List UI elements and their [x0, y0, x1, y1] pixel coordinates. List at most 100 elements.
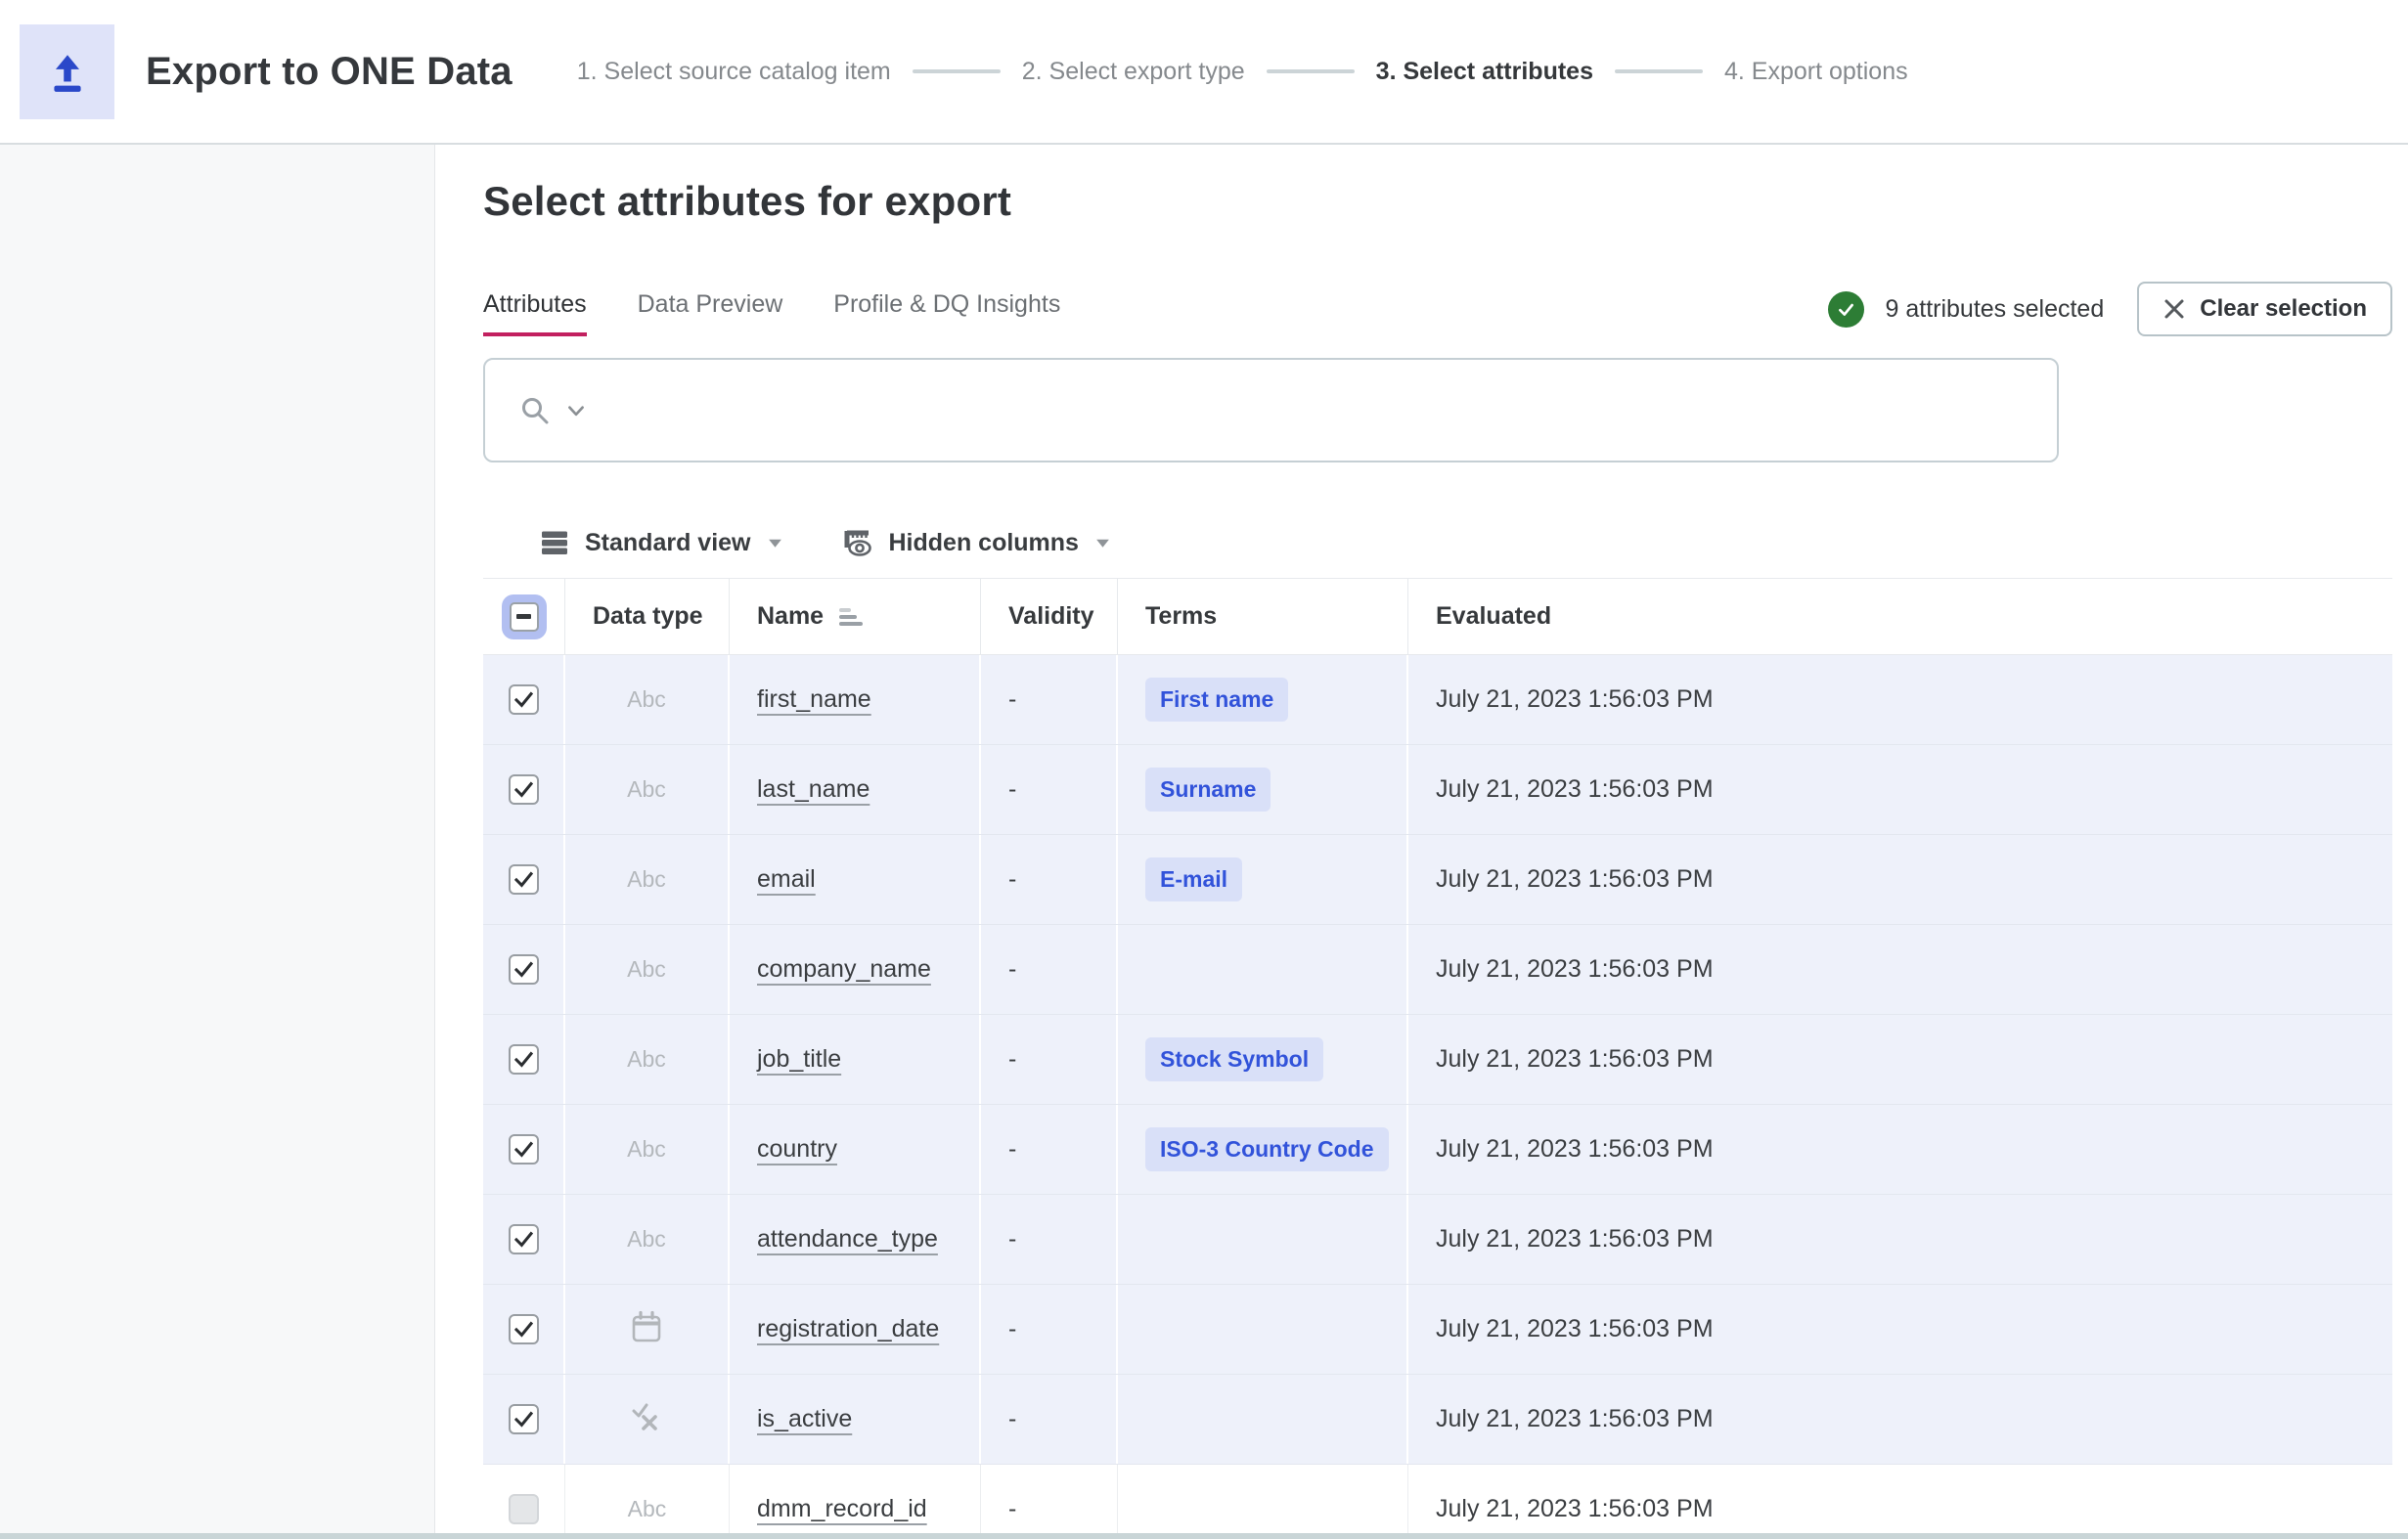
step-connector	[913, 69, 1001, 73]
select-all-checkbox[interactable]	[502, 594, 547, 639]
abc-text: Abc	[627, 1136, 666, 1163]
tabs-row: Attributes Data Preview Profile & DQ Insig…	[483, 282, 2392, 344]
validity-value: -	[1008, 865, 1016, 894]
row-checkbox[interactable]	[509, 1494, 539, 1524]
term-chip[interactable]: First name	[1145, 678, 1288, 722]
table-rows-icon	[540, 528, 569, 557]
evaluated-timestamp: July 21, 2023 1:56:03 PM	[1436, 685, 1714, 714]
term-chip[interactable]: ISO-3 Country Code	[1145, 1127, 1389, 1171]
table-row[interactable]: Abc job_title - Stock Symbol July 21, 2023 1…	[483, 1015, 2392, 1105]
row-checkbox[interactable]	[509, 1134, 539, 1165]
terms-cell: First name	[1118, 655, 1408, 744]
abc-text: Abc	[627, 776, 666, 803]
evaluated-timestamp: July 21, 2023 1:56:03 PM	[1436, 1045, 1714, 1074]
validity-value: -	[1008, 775, 1016, 804]
evaluated-timestamp: July 21, 2023 1:56:03 PM	[1436, 1315, 1714, 1343]
validity-value: -	[1008, 1315, 1016, 1343]
term-chip[interactable]: Surname	[1145, 768, 1271, 812]
row-checkbox[interactable]	[509, 954, 539, 985]
row-checkbox[interactable]	[509, 1314, 539, 1344]
wizard-step: 1. Select source catalog item	[577, 58, 891, 86]
hidden-columns-selector[interactable]: Hidden columns	[840, 526, 1111, 559]
attribute-name-link[interactable]: email	[757, 865, 816, 894]
step-connector	[1267, 69, 1355, 73]
table-row[interactable]: is_active-July 21, 2023 1:56:03 PM	[483, 1375, 2392, 1465]
column-header-validity: Validity	[981, 579, 1118, 654]
term-chip[interactable]: E-mail	[1145, 857, 1242, 901]
indeterminate-mark	[516, 614, 531, 619]
bottom-edge	[0, 1533, 2408, 1539]
tab-attributes[interactable]: Attributes	[483, 290, 587, 336]
attribute-name-link[interactable]: last_name	[757, 775, 870, 804]
chevron-down-icon[interactable]	[565, 400, 587, 421]
table-row[interactable]: Abc country - ISO-3 Country Code July 21, 20…	[483, 1105, 2392, 1195]
data-type-cell: Abc	[565, 1015, 730, 1104]
table-row[interactable]: Abclast_name-SurnameJuly 21, 2023 1:56:0…	[483, 745, 2392, 835]
tab-bar: Attributes Data Preview Profile & DQ Insig…	[483, 290, 1060, 336]
tab-data-preview[interactable]: Data Preview	[638, 290, 783, 336]
attribute-name-link[interactable]: job_title	[757, 1045, 841, 1074]
evaluated-timestamp: July 21, 2023 1:56:03 PM	[1436, 1405, 1714, 1433]
evaluated-timestamp: July 21, 2023 1:56:03 PM	[1436, 1495, 1714, 1523]
abc-text: Abc	[628, 1496, 667, 1522]
table-row[interactable]: Abccompany_name-July 21, 2023 1:56:03 PM	[483, 925, 2392, 1015]
validity-value: -	[1008, 1045, 1016, 1074]
calendar-icon	[629, 1309, 664, 1349]
table-row[interactable]: registration_date - July 21, 2023 1:56:03 …	[483, 1285, 2392, 1375]
data-type-cell: Abc	[565, 745, 730, 834]
data-type-cell	[565, 1285, 730, 1374]
terms-cell: Stock Symbol	[1118, 1015, 1408, 1104]
attribute-search	[483, 358, 2059, 462]
attribute-name-link[interactable]: dmm_record_id	[757, 1495, 927, 1523]
evaluated-timestamp: July 21, 2023 1:56:03 PM	[1436, 1225, 1714, 1253]
wizard-stepper: 1. Select source catalog item2. Select e…	[577, 58, 1908, 86]
row-checkbox[interactable]	[509, 1224, 539, 1254]
column-header-name[interactable]: Name	[730, 579, 981, 654]
caret-down-icon	[1094, 535, 1111, 551]
data-type-cell: Abc	[565, 1465, 730, 1539]
attributes-table: Data type Name Validity Terms Evaluated …	[483, 578, 2392, 1539]
selection-status: 9 attributes selected Clear selection	[1828, 282, 2393, 344]
clear-selection-button[interactable]: Clear selection	[2137, 282, 2392, 336]
view-selector[interactable]: Standard view	[540, 528, 783, 557]
table-row[interactable]: Abcfirst_name-First nameJuly 21, 2023 1:…	[483, 655, 2392, 745]
terms-cell	[1118, 1375, 1408, 1464]
check-circle-icon	[1828, 291, 1864, 328]
attribute-name-link[interactable]: attendance_type	[757, 1225, 938, 1253]
attribute-name-link[interactable]: first_name	[757, 685, 871, 714]
search-input[interactable]	[601, 364, 2057, 457]
table-row[interactable]: Abc dmm_record_id - July 21, 2023 1:56:03 P…	[483, 1465, 2392, 1539]
data-type-cell: Abc	[565, 835, 730, 924]
validity-value: -	[1008, 1495, 1016, 1523]
section-heading: Select attributes for export	[483, 178, 2408, 225]
row-checkbox[interactable]	[509, 684, 539, 715]
term-chip[interactable]: Stock Symbol	[1145, 1037, 1323, 1081]
data-type-cell	[565, 1375, 730, 1464]
table-row[interactable]: Abcattendance_type-July 21, 2023 1:56:03…	[483, 1195, 2392, 1285]
terms-cell: E-mail	[1118, 835, 1408, 924]
main-content: Select attributes for export Attributes D…	[436, 145, 2408, 1539]
row-checkbox[interactable]	[509, 864, 539, 895]
search-icon	[518, 394, 552, 427]
validity-value: -	[1008, 685, 1016, 714]
attribute-name-link[interactable]: is_active	[757, 1405, 852, 1433]
row-checkbox[interactable]	[509, 1044, 539, 1075]
tab-profile-dq-insights[interactable]: Profile & DQ Insights	[833, 290, 1060, 336]
ruler-eye-icon	[840, 526, 873, 559]
wizard-step: 3. Select attributes	[1376, 58, 1593, 86]
evaluated-timestamp: July 21, 2023 1:56:03 PM	[1436, 1135, 1714, 1164]
row-checkbox[interactable]	[509, 774, 539, 805]
table-row[interactable]: Abcemail-E-mailJuly 21, 2023 1:56:03 PM	[483, 835, 2392, 925]
data-type-cell: Abc	[565, 1105, 730, 1194]
attribute-name-link[interactable]: country	[757, 1135, 837, 1164]
attribute-name-link[interactable]: company_name	[757, 955, 931, 984]
row-checkbox[interactable]	[509, 1404, 539, 1434]
terms-cell	[1118, 1195, 1408, 1284]
validity-value: -	[1008, 1135, 1016, 1164]
terms-cell: ISO-3 Country Code	[1118, 1105, 1408, 1194]
selection-count: 9 attributes selected	[1886, 295, 2105, 324]
attribute-name-link[interactable]: registration_date	[757, 1315, 939, 1343]
table-panel: Standard view Hidden columns	[483, 507, 2392, 1539]
terms-cell	[1118, 1465, 1408, 1539]
terms-cell: Surname	[1118, 745, 1408, 834]
